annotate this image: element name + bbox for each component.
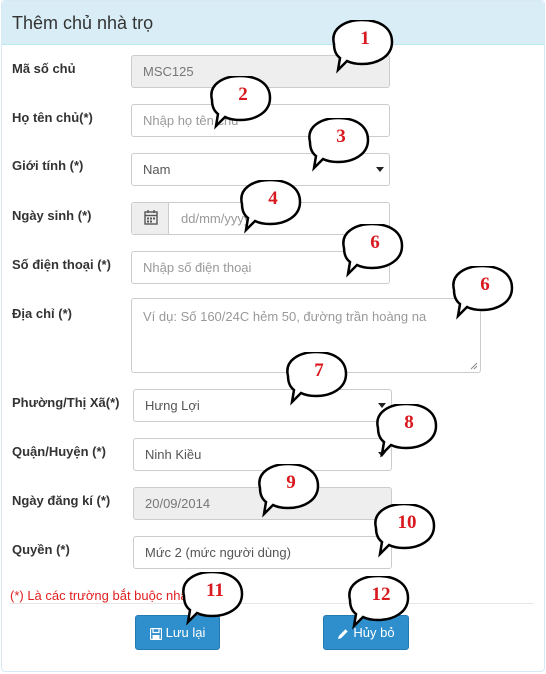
role-value: Mức 2 (mức người dùng) [145,545,291,560]
callout-bubble: 4 [234,178,304,234]
address-placeholder: Ví dụ: Số 160/24C hẻm 50, đường trần hoà… [143,309,427,324]
callout-bubble: 10 [368,502,438,558]
callout-bubble: 9 [252,462,322,518]
divider [10,603,534,604]
callout-number: 9 [286,472,296,493]
callout-number: 4 [268,188,278,209]
role-select[interactable]: Mức 2 (mức người dùng) [133,536,392,569]
gender-value: Nam [143,162,171,177]
role-label: Quyền (*) [12,542,70,557]
ward-value: Hưng Lợi [145,398,200,413]
callout-bubble: 6 [336,222,406,278]
callout-bubble: 12 [342,574,412,630]
ward-label: Phường/Thị Xã(*) [12,395,120,410]
register-date-label: Ngày đăng kí (*) [12,493,111,508]
callout-number: 3 [336,126,346,147]
address-label: Địa chỉ (*) [12,306,72,321]
save-button-label: Lưu lại [165,625,206,640]
callout-number: 8 [404,412,414,433]
callout-bubble: 8 [370,402,440,458]
district-value: Ninh Kiều [145,447,202,462]
resize-handle-icon[interactable] [470,362,478,370]
phone-label: Số điện thoại (*) [12,257,111,272]
callout-bubble: 1 [326,18,396,74]
callout-number: 10 [397,512,417,533]
required-note: (*) Là các trường bắt buộc nhập [10,588,195,603]
callout-bubble: 3 [302,116,372,172]
panel-heading: Thêm chủ nhà trọ [2,1,544,45]
full-name-label: Họ tên chủ(*) [12,110,93,125]
callout-number: 7 [314,360,324,381]
callout-number: 6 [370,232,380,253]
gender-label: Giới tính (*) [12,158,84,173]
page-title: Thêm chủ nhà trọ [12,13,154,33]
ward-select[interactable]: Hưng Lợi [133,389,392,422]
callout-number: 2 [238,84,248,105]
district-label: Quận/Huyện (*) [12,444,106,459]
callout-bubble: 6 [446,264,516,320]
floppy-disk-icon [149,627,162,640]
birth-date-label: Ngày sinh (*) [12,208,92,223]
callout-number: 11 [206,580,224,601]
callout-bubble: 11 [176,570,246,626]
owner-code-label: Mã số chủ [12,61,76,76]
callout-bubble: 2 [204,74,274,130]
calendar-icon[interactable] [132,203,169,234]
callout-number: 6 [480,274,490,295]
callout-number: 1 [360,28,370,49]
callout-number: 12 [371,584,391,605]
chevron-down-icon [376,167,384,172]
callout-bubble: 7 [280,350,350,406]
